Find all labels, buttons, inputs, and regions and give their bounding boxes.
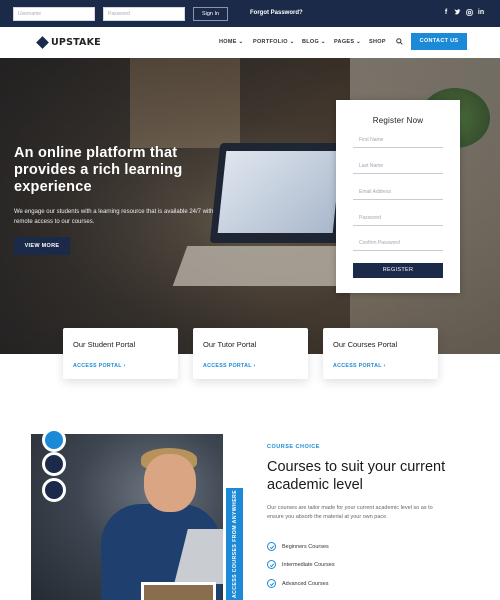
email-field[interactable]: Email Address bbox=[353, 186, 443, 200]
nav-item-home[interactable]: HOME ⌄ bbox=[219, 39, 243, 45]
password-input[interactable]: Password bbox=[103, 7, 185, 21]
section-text: Our courses are tailor made for your cur… bbox=[267, 505, 433, 520]
feature-label: Beginners Courses bbox=[282, 543, 329, 550]
check-icon bbox=[267, 560, 276, 569]
facebook-icon[interactable]: f bbox=[442, 9, 450, 16]
twitter-icon[interactable] bbox=[453, 9, 461, 18]
register-button[interactable]: REGISTER bbox=[353, 263, 443, 278]
card-title: Our Courses Portal bbox=[333, 340, 398, 349]
password-field[interactable]: Password bbox=[353, 212, 443, 226]
instagram-icon[interactable] bbox=[465, 9, 473, 18]
feature-label: Advanced Courses bbox=[282, 580, 329, 587]
logo[interactable]: UPSTAKE bbox=[36, 36, 101, 49]
section-eyebrow: COURSE CHOICE bbox=[267, 444, 320, 450]
check-icon bbox=[267, 579, 276, 588]
photo-face bbox=[144, 454, 196, 512]
username-input[interactable]: Username bbox=[13, 7, 95, 21]
feature-item: Advanced Courses bbox=[267, 579, 328, 588]
hero-subtitle: We engage our students with a learning r… bbox=[14, 209, 214, 225]
nav-item-portfolio[interactable]: PORTFOLIO ⌄ bbox=[253, 39, 295, 45]
access-portal-link[interactable]: ACCESS PORTAL › bbox=[333, 363, 386, 369]
access-portal-link[interactable]: ACCESS PORTAL › bbox=[73, 363, 126, 369]
vertical-banner: ACCESS COURSES FROM ANYWHERE bbox=[226, 488, 243, 600]
card-title: Our Tutor Portal bbox=[203, 340, 257, 349]
last-name-field[interactable]: Last Name bbox=[353, 160, 443, 174]
section-title: Courses to suit your current academic le… bbox=[267, 459, 446, 493]
contact-us-button[interactable]: CONTACT US bbox=[411, 33, 467, 50]
confirm-password-field[interactable]: Confirm Password bbox=[353, 237, 443, 251]
feature-item: Intermediate Courses bbox=[267, 560, 335, 569]
logo-mark-icon bbox=[36, 36, 49, 49]
decorative-dot bbox=[42, 452, 66, 476]
check-icon bbox=[267, 542, 276, 551]
tutor-portal-card: Our Tutor Portal ACCESS PORTAL › bbox=[193, 328, 308, 379]
decorative-dot bbox=[42, 478, 66, 502]
feature-label: Intermediate Courses bbox=[282, 561, 335, 568]
search-icon[interactable] bbox=[396, 38, 403, 45]
nav-item-pages[interactable]: PAGES ⌄ bbox=[334, 39, 361, 45]
nav-item-blog[interactable]: BLOG ⌄ bbox=[302, 39, 326, 45]
access-portal-link[interactable]: ACCESS PORTAL › bbox=[203, 363, 256, 369]
hero-title: An online platform that provides a rich … bbox=[14, 145, 183, 195]
vertical-banner-text: ACCESS COURSES FROM ANYWHERE bbox=[231, 489, 238, 599]
courses-portal-card: Our Courses Portal ACCESS PORTAL › bbox=[323, 328, 438, 379]
hero-bookshelf bbox=[130, 58, 240, 148]
student-portal-card: Our Student Portal ACCESS PORTAL › bbox=[63, 328, 178, 379]
register-title: Register Now bbox=[372, 116, 424, 125]
card-title: Our Student Portal bbox=[73, 340, 136, 349]
feature-item: Beginners Courses bbox=[267, 542, 329, 551]
sign-in-button[interactable]: Sign In bbox=[193, 7, 228, 21]
hero-laptop-screen bbox=[217, 151, 342, 233]
photo-frame bbox=[141, 582, 216, 600]
view-more-button[interactable]: VIEW MORE bbox=[14, 237, 70, 255]
first-name-field[interactable]: First Name bbox=[353, 134, 443, 148]
forgot-password-link[interactable]: Forgot Password? bbox=[250, 10, 303, 16]
nav-item-shop[interactable]: SHOP bbox=[369, 39, 386, 45]
logo-text: UPSTAKE bbox=[51, 37, 101, 48]
register-form: Register Now First Name Last Name Email … bbox=[336, 100, 460, 293]
linkedin-icon[interactable]: in bbox=[477, 9, 485, 16]
decorative-dot bbox=[42, 428, 66, 452]
